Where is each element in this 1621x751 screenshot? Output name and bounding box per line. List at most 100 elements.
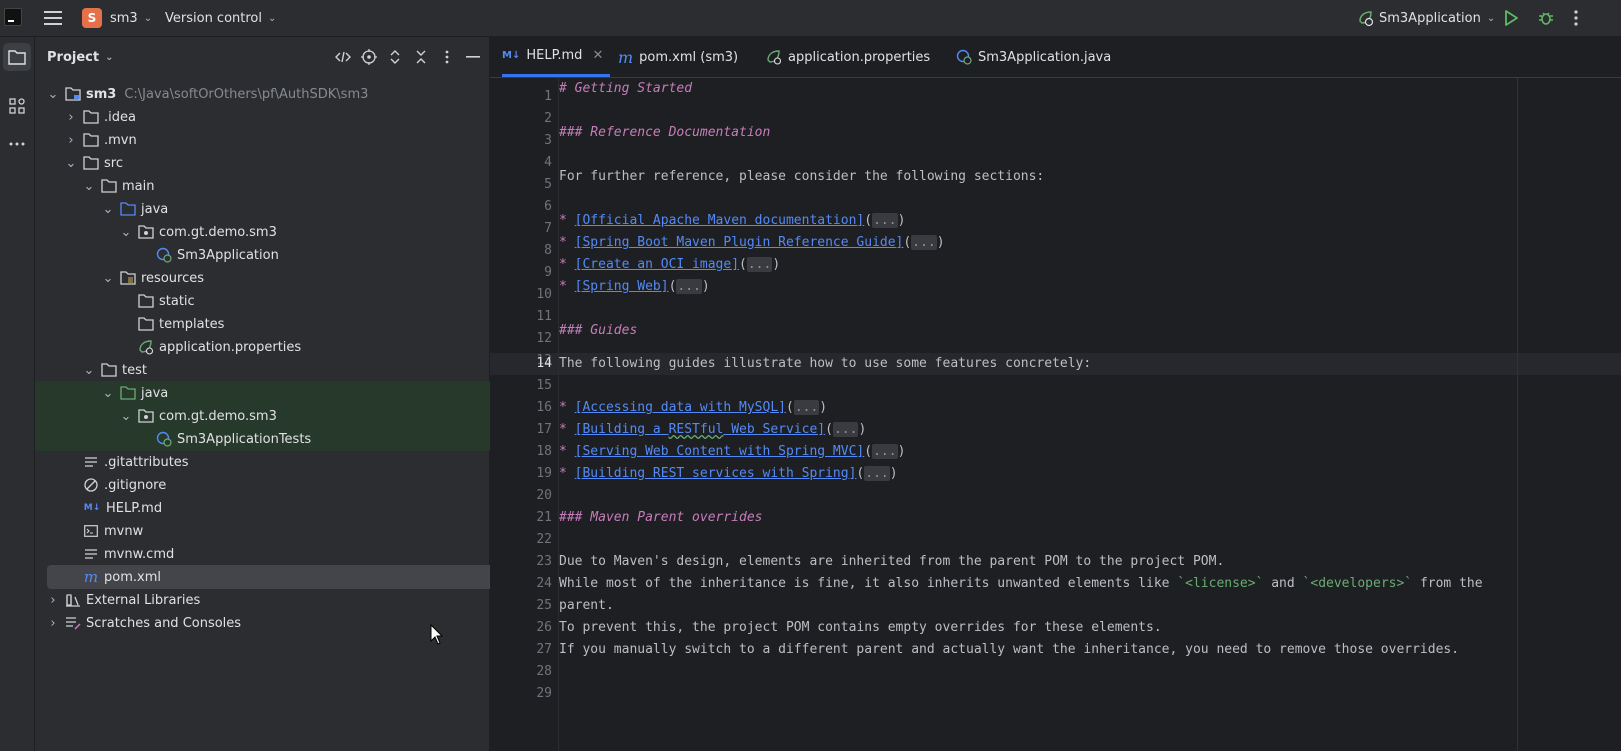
md-heading: ### Guides <box>559 323 638 338</box>
project-view-selector[interactable]: Project ⌄ <box>47 37 113 77</box>
chevron-down-icon[interactable]: ⌄ <box>65 156 77 171</box>
code-line[interactable]: To prevent this, the project POM contain… <box>559 617 1162 639</box>
folded-url[interactable]: ... <box>676 279 702 294</box>
tab-help-md[interactable]: M↓ HELP.md ✕ <box>502 37 610 77</box>
tree-item-java[interactable]: ⌄ java <box>35 197 556 221</box>
code-line[interactable]: For further reference, please consider t… <box>559 166 1044 188</box>
chevron-right-icon[interactable]: › <box>47 593 59 608</box>
tree-item-label: mvnw <box>104 523 144 539</box>
code-line[interactable]: * [Spring Boot Maven Plugin Reference Gu… <box>559 232 945 254</box>
line-number: 17 <box>536 422 552 437</box>
code-line[interactable]: * [Serving Web Content with Spring MVC](… <box>559 441 905 463</box>
tree-item-mvnw-cmd[interactable]: mvnw.cmd <box>35 542 537 566</box>
tree-item-test-java[interactable]: ⌄ java <box>35 381 556 405</box>
md-link[interactable]: [Serving Web Content with Spring MVC] <box>575 444 865 459</box>
version-control-menu[interactable]: Version control ⌄ <box>165 0 276 36</box>
tree-item-pom-xml[interactable]: m pom.xml <box>47 565 513 589</box>
code-line[interactable]: * [Spring Web](...) <box>559 276 710 298</box>
code-line[interactable]: Due to Maven's design, elements are inhe… <box>559 551 1224 573</box>
folded-url[interactable]: ... <box>864 466 890 481</box>
md-inline-code: `<license>` <box>1177 576 1264 591</box>
md-link[interactable]: [Official Apache Maven documentation] <box>575 213 865 228</box>
md-link[interactable]: [Accessing data with MySQL] <box>575 400 786 415</box>
line-number: 21 <box>536 510 552 525</box>
code-line[interactable]: ### Reference Documentation <box>559 122 770 144</box>
md-link[interactable]: [Create an OCI image] <box>575 257 739 272</box>
structure-tool-button[interactable] <box>3 92 31 120</box>
tab-application-properties[interactable]: application.properties <box>766 37 930 77</box>
code-line[interactable]: ### Maven Parent overrides <box>559 507 763 529</box>
tree-item-src[interactable]: ⌄ src <box>35 151 519 175</box>
chevron-down-icon[interactable]: ⌄ <box>102 386 114 401</box>
folded-url[interactable]: ... <box>793 400 820 415</box>
hide-panel-icon[interactable] <box>465 49 481 65</box>
code-icon[interactable] <box>335 49 351 65</box>
code-line[interactable]: * [Create an OCI image](...) <box>559 254 780 276</box>
chevron-down-icon[interactable]: ⌄ <box>83 363 95 378</box>
tree-item-resources[interactable]: ⌄ resources <box>35 266 556 290</box>
expand-all-icon[interactable] <box>387 49 403 65</box>
select-opened-file-icon[interactable] <box>361 49 377 65</box>
tab-sm3application-java[interactable]: Sm3Application.java <box>956 37 1111 77</box>
md-text: If you manually switch to a different pa… <box>559 642 1460 657</box>
chevron-down-icon[interactable]: ⌄ <box>102 271 114 286</box>
tree-item-idea[interactable]: › .idea <box>35 105 519 129</box>
chevron-down-icon[interactable]: ⌄ <box>83 179 95 194</box>
tree-item-gitattributes[interactable]: .gitattributes <box>35 450 537 474</box>
main-menu-button[interactable] <box>44 0 62 36</box>
paren: ( <box>739 257 747 272</box>
tab-label: pom.xml (sm3) <box>639 49 739 65</box>
close-icon[interactable]: ✕ <box>592 48 603 63</box>
code-line[interactable]: * [Official Apache Maven documentation](… <box>559 210 905 232</box>
tree-item-main[interactable]: ⌄ main <box>35 174 537 198</box>
folded-url[interactable]: ... <box>872 213 898 228</box>
md-bullet: * <box>559 466 575 481</box>
options-icon[interactable] <box>439 49 455 65</box>
debug-button[interactable] <box>1538 0 1554 36</box>
more-actions-button[interactable] <box>1574 0 1578 36</box>
code-line[interactable]: * [Accessing data with MySQL](...) <box>559 397 827 419</box>
code-line[interactable]: * [Building REST services with Spring](.… <box>559 463 898 485</box>
tab-pom-xml[interactable]: m pom.xml (sm3) <box>618 37 738 77</box>
md-link[interactable]: [Spring Boot Maven Plugin Reference Guid… <box>575 235 904 250</box>
md-link[interactable]: [Spring Web] <box>575 279 669 294</box>
code-line[interactable]: # Getting Started <box>559 78 692 100</box>
collapse-all-icon[interactable] <box>413 49 429 65</box>
folder-icon <box>83 109 99 125</box>
chevron-down-icon[interactable]: ⌄ <box>102 202 114 217</box>
chevron-down-icon[interactable]: ⌄ <box>120 225 132 240</box>
chevron-right-icon[interactable]: › <box>65 110 77 125</box>
chevron-down-icon[interactable]: ⌄ <box>47 87 59 102</box>
folded-url[interactable]: ... <box>832 422 859 437</box>
folded-url[interactable]: ... <box>911 235 937 250</box>
md-link[interactable]: [Building a <box>575 422 669 437</box>
more-tools-button[interactable] <box>3 130 31 158</box>
md-link[interactable]: [Building REST services with Spring] <box>575 466 857 481</box>
md-link-typo[interactable]: RESTful <box>669 422 724 437</box>
chevron-right-icon[interactable]: › <box>65 133 77 148</box>
code-line[interactable]: * [Building a RESTful Web Service](...) <box>559 419 866 441</box>
tree-item-sm3[interactable]: ⌄ sm3 C:\Java\softOrOthers\pf\AuthSDK\sm… <box>35 82 501 106</box>
code-line-current[interactable]: The following guides illustrate how to u… <box>559 353 1091 375</box>
tree-item-external-libraries[interactable]: › External Libraries <box>35 588 501 612</box>
chevron-down-icon[interactable]: ⌄ <box>120 409 132 424</box>
spring-boot-icon <box>1359 11 1374 27</box>
line-number: 3 <box>544 133 552 148</box>
code-line[interactable]: parent. <box>559 595 614 617</box>
tree-item-mvnw[interactable]: mvnw <box>35 519 537 543</box>
tree-item-mvn[interactable]: › .mvn <box>35 128 519 152</box>
run-configuration-selector[interactable]: Sm3Application ⌄ <box>1357 0 1495 36</box>
code-line[interactable]: If you manually switch to a different pa… <box>559 639 1459 661</box>
code-line[interactable]: ### Guides <box>559 320 637 342</box>
run-button[interactable] <box>1504 0 1518 36</box>
tree-item-help-md[interactable]: M↓ HELP.md <box>35 496 537 520</box>
tree-item-gitignore[interactable]: .gitignore <box>35 473 537 497</box>
folded-url[interactable]: ... <box>746 257 773 272</box>
folded-url[interactable]: ... <box>872 444 898 459</box>
code-line[interactable]: While most of the inheritance is fine, i… <box>559 573 1483 595</box>
md-link[interactable]: Web Service] <box>723 422 825 437</box>
tree-item-test[interactable]: ⌄ test <box>35 358 537 382</box>
project-tool-button[interactable] <box>3 43 31 71</box>
chevron-right-icon[interactable]: › <box>47 616 59 631</box>
project-switcher[interactable]: S sm3 ⌄ <box>82 0 152 36</box>
